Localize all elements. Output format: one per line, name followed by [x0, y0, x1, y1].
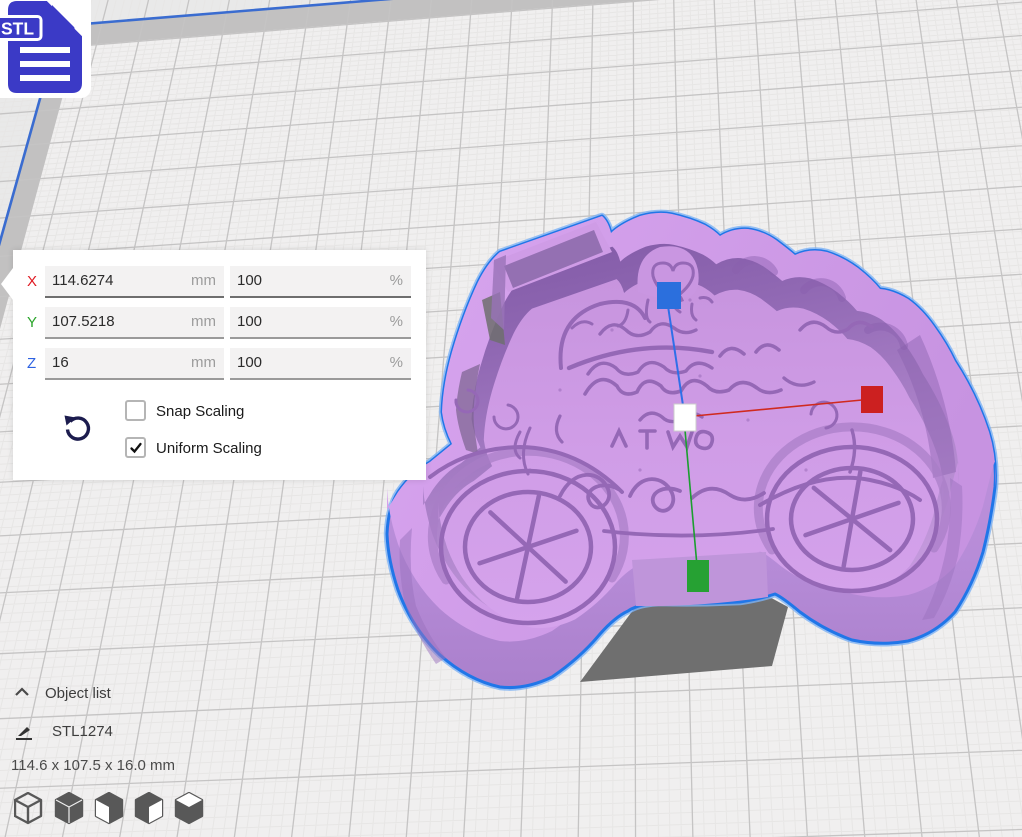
- svg-text:STL: STL: [1, 19, 34, 39]
